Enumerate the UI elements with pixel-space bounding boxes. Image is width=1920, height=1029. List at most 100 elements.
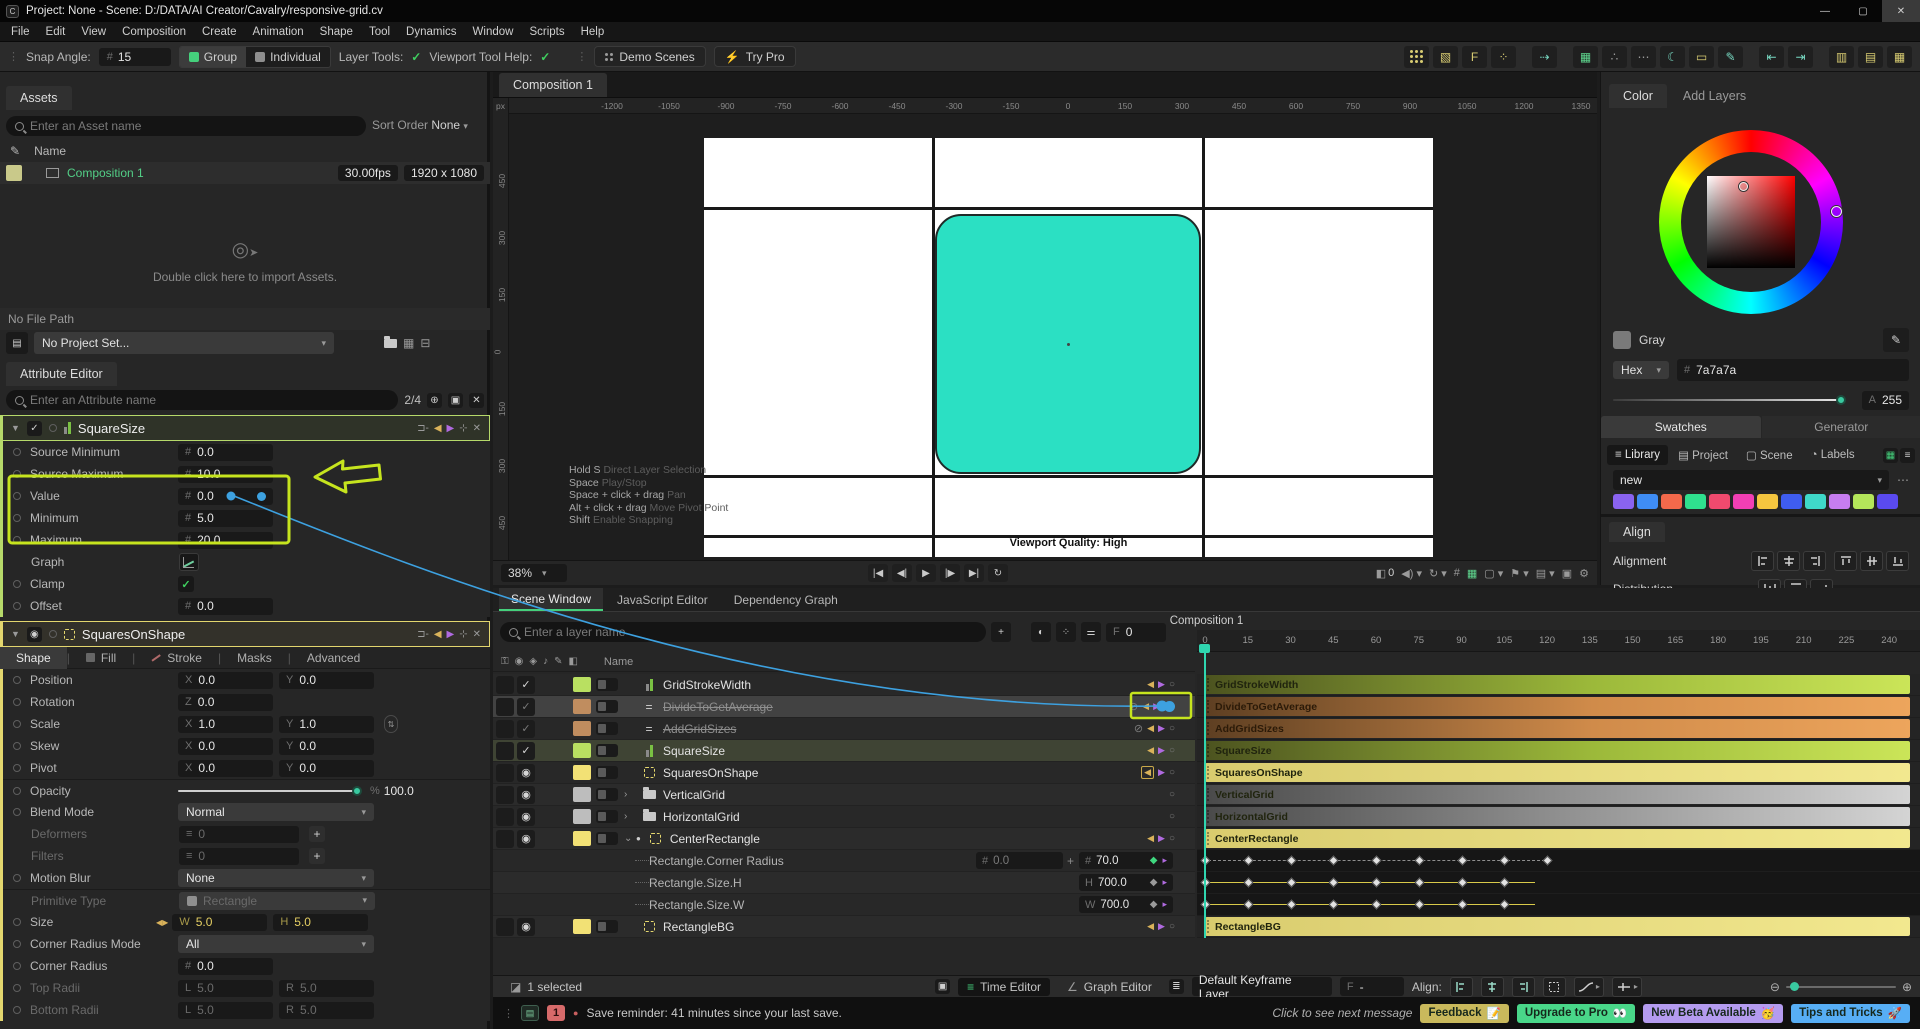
palette-more-icon[interactable]: ⋯ (1897, 473, 1909, 487)
timeline-track-rectangle-corner-radius[interactable] (1197, 850, 1920, 872)
align-right-icon[interactable] (1803, 551, 1826, 571)
enabled-checkbox[interactable]: ✓ (517, 675, 535, 694)
lock-cell[interactable] (496, 785, 514, 804)
attr-row-maximum[interactable]: Maximum #20.0 (3, 529, 490, 551)
keyframe-spacing-icon[interactable]: ▸ (1611, 976, 1642, 997)
menu-item-animation[interactable]: Animation (246, 24, 311, 40)
more-options-icon[interactable]: ⋯ (1631, 45, 1656, 68)
timeline-bar-rectanglebg[interactable]: RectangleBG (1205, 917, 1910, 936)
layer-color-swatch[interactable] (573, 721, 591, 736)
alpha-slider[interactable] (1613, 395, 1846, 405)
number-field[interactable]: Y 0.0 (279, 759, 374, 777)
layer-row-dividetogetaverage[interactable]: ✓ = DivideToGetAverage ⊘ ◀ ▶ (493, 696, 1195, 718)
minimize-button[interactable]: — (1806, 0, 1844, 22)
attr-row-position[interactable]: Position X 0.0 Y 0.0 (3, 669, 490, 691)
next-keyframe-icon[interactable]: ▶ (1158, 767, 1165, 778)
asset-row-composition[interactable]: Composition 1 30.00fps 1920 x 1080 (0, 162, 490, 184)
keyframe-diamond[interactable] (1328, 899, 1339, 910)
palette-swatch-4[interactable] (1709, 494, 1730, 509)
tab-generator[interactable]: Generator (1761, 416, 1920, 438)
tab-swatches[interactable]: Swatches (1601, 416, 1761, 438)
palette-swatch-1[interactable] (1637, 494, 1658, 509)
zoom-in-icon[interactable]: ⊕ (1902, 980, 1912, 994)
composition-canvas[interactable]: Viewport Quality: High (704, 138, 1433, 557)
attr-row-graph[interactable]: Graph (3, 551, 490, 573)
keyframe-diamond[interactable] (1457, 899, 1468, 910)
keyframe-diamond[interactable] (1371, 855, 1382, 866)
attribute-socket[interactable] (13, 470, 21, 478)
number-field[interactable]: R 5.0 (279, 979, 374, 997)
connection-circle[interactable]: ○ (1169, 745, 1175, 756)
sv-handle[interactable] (1739, 182, 1748, 191)
timeline-track-squaresize[interactable]: SquareSize (1197, 740, 1920, 762)
timeline-track-verticalgrid[interactable]: VerticalGrid (1197, 784, 1920, 806)
audio-icon[interactable]: ◀) ▾ (1401, 567, 1422, 580)
next-keyframe-icon[interactable]: ▸ (1162, 855, 1167, 866)
number-field[interactable]: #0.0 (178, 597, 273, 615)
lock-cell[interactable] (496, 697, 514, 716)
loop-button[interactable]: ↻ (988, 564, 1008, 582)
tab-javascript-editor[interactable]: JavaScript Editor (605, 588, 720, 611)
menu-item-view[interactable]: View (74, 24, 113, 40)
ruler-icon[interactable]: ▭ (1689, 45, 1714, 68)
dropdown-blend-mode[interactable]: Normal ▾ (178, 803, 374, 821)
number-field[interactable]: X 1.0 (178, 715, 273, 733)
next-keyframe-icon[interactable]: ▶ (447, 629, 455, 640)
connection-circle[interactable]: ○ (1169, 723, 1175, 734)
number-field[interactable]: #10.0 (178, 465, 273, 483)
opacity-slider-knob[interactable] (352, 785, 362, 796)
menu-item-window[interactable]: Window (466, 24, 521, 40)
number-field[interactable]: H 5.0 (273, 913, 369, 931)
tab-color[interactable]: Color (1609, 84, 1667, 108)
pin-icon[interactable]: ▣ (448, 392, 463, 408)
keyframe-diamond[interactable] (1414, 877, 1425, 888)
prev-keyframe-icon[interactable]: ◀ (1142, 701, 1149, 712)
number-field[interactable]: W 5.0 (172, 913, 268, 931)
layer-color-swatch[interactable] (573, 787, 591, 802)
menu-item-shape[interactable]: Shape (313, 24, 360, 40)
layers-icon[interactable]: ▤ ▾ (1536, 567, 1555, 580)
layer-color-swatch[interactable] (573, 765, 591, 780)
align-bottom-icon[interactable] (1886, 551, 1909, 571)
keyframe-diamond[interactable] (1286, 899, 1296, 910)
timeline-zoom-slider[interactable] (1785, 981, 1896, 991)
node-socket[interactable] (48, 424, 57, 432)
attribute-search-input[interactable]: Enter an Attribute name (6, 390, 399, 410)
number-field[interactable]: Y 1.0 (279, 715, 374, 733)
try-pro-button[interactable]: ⚡ Try Pro (713, 46, 796, 67)
keyframe-diamond-icon[interactable]: ◆ (1150, 899, 1158, 910)
attribute-socket[interactable] (13, 984, 21, 992)
folder-icon[interactable] (384, 335, 397, 348)
maximize-button[interactable]: ▢ (1844, 0, 1882, 22)
attribute-socket[interactable] (13, 580, 21, 588)
scatter-icon[interactable]: ⁘ (1491, 45, 1516, 68)
attribute-socket[interactable] (13, 536, 21, 544)
collapse-arrow-icon[interactable]: ⌄ (624, 833, 634, 844)
zoom-out-icon[interactable]: ⊖ (1770, 980, 1780, 994)
keyframe-diamond[interactable] (1328, 877, 1339, 888)
value-connection-dot[interactable] (257, 491, 266, 501)
prev-keyframe-icon[interactable]: ◀ (1147, 921, 1154, 932)
attr-row-motion-blur[interactable]: Motion Blur None ▾ (3, 867, 490, 889)
attr-row-minimum[interactable]: Minimum #5.0 (3, 507, 490, 529)
snap-angle-field[interactable]: # 15 (98, 47, 171, 66)
snapping-icon[interactable]: ▦ (1573, 45, 1598, 68)
lock-cell[interactable] (496, 807, 514, 826)
number-field[interactable]: #0.0 (178, 443, 273, 461)
pen-tool-icon[interactable]: ✎ (1718, 45, 1743, 68)
timeline-zoom-knob[interactable] (1789, 981, 1799, 991)
prev-keyframe-icon[interactable]: ◀ (1147, 723, 1154, 734)
play-button[interactable]: ▶ (916, 564, 936, 582)
prev-keyframe-icon[interactable]: ◀ (1147, 833, 1154, 844)
attr-row-primitive-type[interactable]: Primitive Type Rectangle ▾ (3, 889, 490, 911)
attribute-socket[interactable] (13, 448, 21, 456)
next-message-link[interactable]: Click to see next message (1272, 1006, 1412, 1020)
hue-handle[interactable] (1831, 206, 1842, 217)
attr-row-opacity[interactable]: Opacity% 100.0 (3, 779, 490, 801)
next-keyframe-icon[interactable]: ▶ (1158, 723, 1165, 734)
number-field[interactable]: R 5.0 (279, 1001, 374, 1019)
layer-row-rectangle-size-h[interactable]: Rectangle.Size.H H 700.0 ◆ ▸ (493, 872, 1195, 894)
layer-row-horizontalgrid[interactable]: ◉ › HorizontalGrid ○ (493, 806, 1195, 828)
align-tab[interactable]: Align (1609, 522, 1665, 542)
keyframe-value-field[interactable]: #0.0 (976, 852, 1063, 869)
